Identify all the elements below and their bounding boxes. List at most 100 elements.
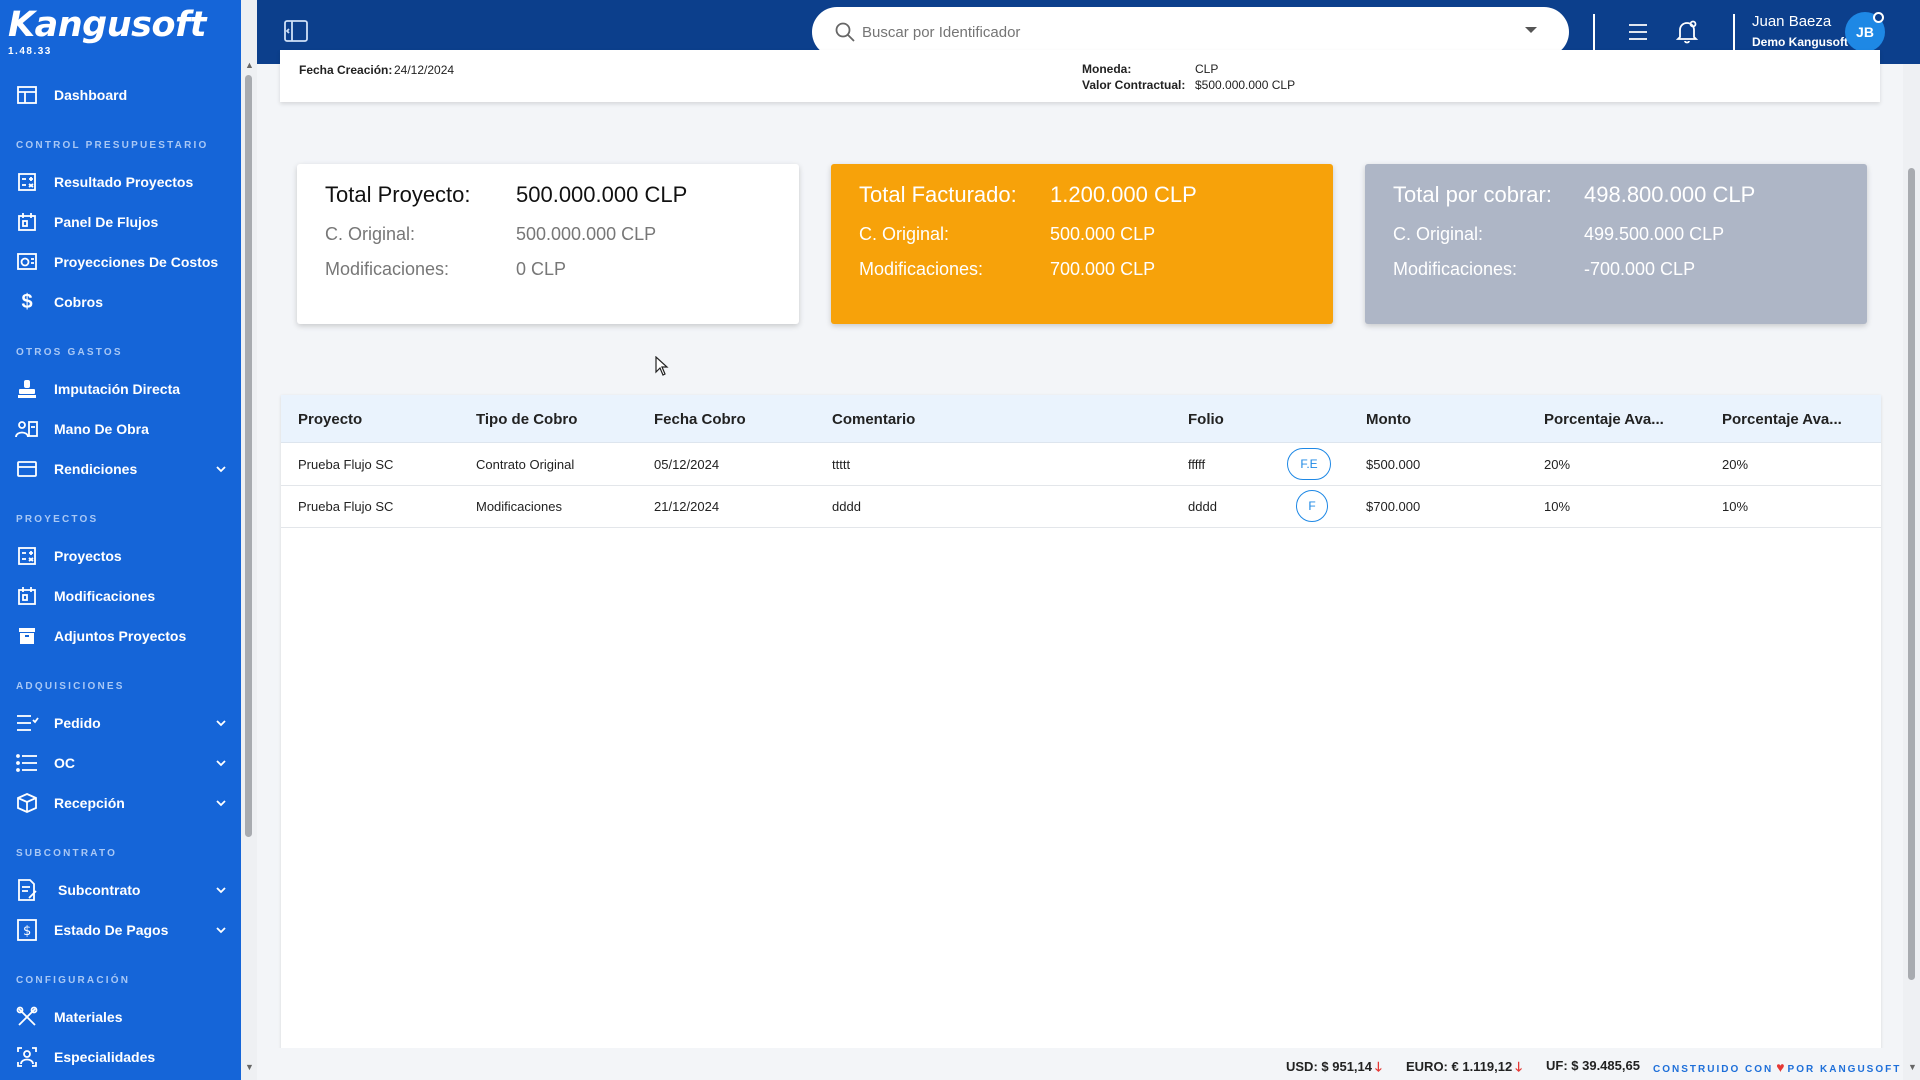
sidebar-item-pedido[interactable]: Pedido	[14, 706, 228, 740]
document-type-button[interactable]: F	[1296, 490, 1328, 522]
sidebar: Kangusoft 1.48.33 Dashboard CONTROL PRES…	[0, 0, 241, 1080]
total-facturado-card: Total Facturado: 1.200.000 CLP C. Origin…	[831, 164, 1333, 324]
menu-icon[interactable]	[1626, 20, 1650, 44]
sidebar-item-resultado-proyectos[interactable]: Resultado Proyectos	[14, 165, 228, 199]
sidebar-item-especialidades[interactable]: Especialidades	[14, 1040, 228, 1074]
sidebar-item-estado-pagos[interactable]: $ Estado De Pagos	[14, 913, 228, 947]
valor-contractual-label: Valor Contractual:	[1082, 78, 1186, 92]
bullet-list-icon	[14, 750, 40, 776]
sidebar-item-label: Resultado Proyectos	[54, 174, 194, 190]
sidebar-item-subcontrato[interactable]: Subcontrato	[14, 873, 228, 907]
column-header-monto[interactable]: Monto	[1366, 411, 1411, 428]
table-row[interactable]: Prueba Flujo SC Contrato Original 05/12/…	[281, 444, 1881, 486]
cell-monto: $700.000	[1366, 499, 1421, 514]
logo-text: Kangusoft	[8, 5, 206, 45]
cell-porcentaje-2: 10%	[1722, 499, 1749, 514]
sidebar-item-recepcion[interactable]: Recepción	[14, 786, 228, 820]
divider	[1593, 14, 1595, 50]
moneda-value: CLP	[1195, 62, 1219, 76]
scrollbar-thumb[interactable]	[1908, 168, 1915, 980]
calculator-icon	[14, 543, 40, 569]
section-control-presupuestario: CONTROL PRESUPUESTARIO	[16, 140, 209, 151]
app-version: 1.48.33	[8, 46, 52, 57]
table-header: Proyecto Tipo de Cobro Fecha Cobro Comen…	[281, 395, 1881, 443]
logo[interactable]: Kangusoft 1.48.33	[8, 2, 228, 58]
fecha-creacion-label: Fecha Creación:	[299, 63, 393, 77]
sidebar-item-label: Dashboard	[54, 87, 128, 103]
table-row[interactable]: Prueba Flujo SC Modificaciones 21/12/202…	[281, 486, 1881, 528]
total-proyecto-card: Total Proyecto: 500.000.000 CLP C. Origi…	[297, 164, 799, 324]
user-frame-icon	[14, 1044, 40, 1070]
euro-rate-text: EURO: € 1.119,12	[1406, 1059, 1513, 1074]
modificaciones-label: Modificaciones:	[1393, 259, 1518, 279]
dropdown-caret-icon[interactable]	[1525, 27, 1537, 33]
sidebar-item-adjuntos-proyectos[interactable]: Adjuntos Proyectos	[14, 619, 228, 653]
usd-rate-text: USD: $ 951,14	[1286, 1059, 1372, 1074]
scroll-down-arrow[interactable]: ▼	[1908, 1062, 1917, 1072]
cell-folio: fffff	[1188, 457, 1206, 472]
column-header-fecha-cobro[interactable]: Fecha Cobro	[654, 411, 746, 428]
footer: USD: $ 951,14 🡓 EURO: € 1.119,12 🡓 UF: $ 3…	[257, 1048, 1903, 1080]
original-label: C. Original:	[1393, 224, 1484, 244]
sidebar-item-label: Pedido	[54, 715, 101, 731]
sidebar-item-panel-flujos[interactable]: Panel De Flujos	[14, 205, 228, 239]
mouse-cursor-icon	[655, 355, 669, 376]
chevron-down-icon	[214, 756, 228, 770]
cell-tipo-cobro: Modificaciones	[476, 499, 562, 514]
card-icon	[14, 456, 40, 482]
cell-comentario: dddd	[832, 499, 861, 514]
sidebar-scrollbar[interactable]: ▲ ▼	[241, 0, 257, 1080]
search-input[interactable]	[862, 23, 1502, 41]
sidebar-item-rendiciones[interactable]: Rendiciones	[14, 452, 228, 486]
column-header-porcentaje-2[interactable]: Porcentaje Ava...	[1722, 411, 1842, 428]
sidebar-item-oc[interactable]: OC	[14, 746, 228, 780]
column-header-comentario[interactable]: Comentario	[832, 411, 915, 428]
fecha-creacion-value: 24/12/2024	[394, 63, 455, 77]
box-icon	[14, 790, 40, 816]
scroll-up-arrow[interactable]: ▲	[245, 60, 254, 70]
calendar-icon	[14, 209, 40, 235]
document-type-button[interactable]: F.E	[1287, 448, 1331, 480]
cell-porcentaje-1: 10%	[1544, 499, 1571, 514]
column-header-proyecto[interactable]: Proyecto	[298, 411, 362, 428]
sidebar-item-modificaciones[interactable]: Modificaciones	[14, 579, 228, 613]
sidebar-item-materiales[interactable]: Materiales	[14, 1000, 228, 1034]
built-with-credit: CONSTRUIDO CON ♥ POR KANGUSOFT	[1653, 1059, 1901, 1075]
main-scrollbar[interactable]: ▼	[1903, 64, 1920, 1080]
column-header-porcentaje-1[interactable]: Porcentaje Ava...	[1544, 411, 1664, 428]
original-value: 500.000.000 CLP	[516, 224, 657, 244]
section-proyectos: PROYECTOS	[16, 514, 99, 525]
sidebar-item-dashboard[interactable]: Dashboard	[14, 78, 228, 112]
sidebar-item-label: Subcontrato	[58, 882, 141, 898]
sidebar-item-label: OC	[54, 755, 75, 771]
original-label: C. Original:	[859, 224, 950, 244]
sidebar-item-proyecciones-costos[interactable]: Proyecciones De Costos	[14, 245, 228, 279]
sidebar-item-mano-obra[interactable]: Mano De Obra	[14, 412, 228, 446]
workers-icon	[14, 416, 40, 442]
sidebar-item-label: Modificaciones	[54, 588, 156, 604]
cell-proyecto: Prueba Flujo SC	[298, 457, 394, 472]
scrollbar-thumb[interactable]	[245, 75, 252, 837]
sidebar-item-proyectos[interactable]: Proyectos	[14, 539, 228, 573]
sidebar-item-imputacion-directa[interactable]: Imputación Directa	[14, 372, 228, 406]
bell-icon[interactable]	[1675, 19, 1699, 45]
calendar-icon	[14, 583, 40, 609]
projection-icon	[14, 249, 40, 275]
document-edit-icon	[14, 877, 40, 903]
column-header-folio[interactable]: Folio	[1188, 411, 1224, 428]
divider	[1733, 14, 1735, 50]
chevron-down-icon	[214, 716, 228, 730]
built-post-text: POR KANGUSOFT	[1787, 1064, 1902, 1075]
svg-text:$: $	[23, 924, 31, 939]
chevron-down-icon	[214, 883, 228, 897]
column-header-tipo-cobro[interactable]: Tipo de Cobro	[476, 411, 577, 428]
cell-fecha-cobro: 21/12/2024	[654, 499, 720, 514]
sidebar-toggle-icon[interactable]	[283, 18, 311, 46]
sidebar-item-label: Imputación Directa	[54, 381, 181, 397]
scroll-down-arrow[interactable]: ▼	[245, 1062, 254, 1072]
sidebar-item-cobros[interactable]: $ Cobros	[14, 285, 228, 319]
usd-rate: USD: $ 951,14 🡓	[1286, 1058, 1382, 1080]
uf-rate-text: UF: $ 39.485,65	[1546, 1058, 1640, 1073]
cell-porcentaje-1: 20%	[1544, 457, 1571, 472]
archive-icon	[14, 623, 40, 649]
